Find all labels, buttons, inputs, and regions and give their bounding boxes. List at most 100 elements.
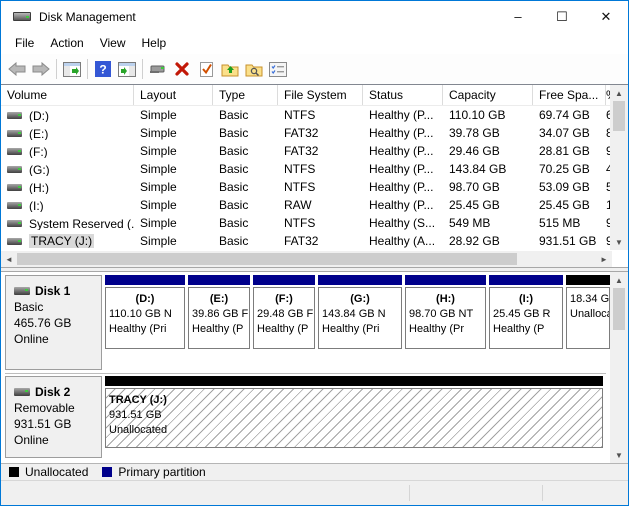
maximize-button[interactable]: ☐ bbox=[540, 1, 584, 32]
volume-icon bbox=[7, 148, 22, 155]
scroll-up-icon[interactable]: ▲ bbox=[610, 272, 628, 288]
cell-layout: Simple bbox=[134, 216, 213, 230]
disk-2-label-panel[interactable]: Disk 2 Removable 931.51 GB Online bbox=[5, 376, 102, 458]
volume-icon bbox=[7, 166, 22, 173]
status-separator bbox=[409, 485, 410, 501]
legend-unallocated: Unallocated bbox=[9, 465, 88, 479]
close-button[interactable]: ✕ bbox=[584, 1, 628, 32]
scroll-up-icon[interactable]: ▲ bbox=[610, 85, 628, 101]
list-horizontal-scrollbar[interactable]: ◄ ► bbox=[1, 251, 612, 267]
volume-icon bbox=[7, 220, 22, 227]
cell-free-space: 25.45 GB bbox=[533, 198, 606, 212]
menu-help[interactable]: Help bbox=[134, 34, 175, 52]
partition-status: Healthy (P bbox=[192, 322, 246, 337]
cell-type: Basic bbox=[213, 216, 278, 230]
scroll-down-icon[interactable]: ▼ bbox=[610, 234, 628, 250]
list-vertical-scrollbar[interactable]: ▲ ▼ bbox=[610, 85, 628, 250]
help-button[interactable]: ? bbox=[91, 57, 115, 81]
scroll-right-icon[interactable]: ► bbox=[596, 251, 612, 267]
primary-partition-bar bbox=[105, 275, 185, 285]
check-document-icon bbox=[199, 61, 214, 78]
partition-label: (F:) bbox=[257, 292, 311, 307]
table-row-g[interactable]: (G:) Simple Basic NTFS Healthy (P... 143… bbox=[1, 160, 628, 178]
forward-button[interactable] bbox=[29, 57, 53, 81]
help-icon: ? bbox=[95, 61, 111, 77]
cell-type: Basic bbox=[213, 144, 278, 158]
primary-partition-bar bbox=[188, 275, 250, 285]
cell-layout: Simple bbox=[134, 108, 213, 122]
cell-free-space: 69.74 GB bbox=[533, 108, 606, 122]
disk-pane-vertical-scrollbar[interactable]: ▲ ▼ bbox=[610, 272, 628, 463]
cell-capacity: 143.84 GB bbox=[443, 162, 533, 176]
legend-bar: Unallocated Primary partition bbox=[1, 463, 628, 480]
menu-file[interactable]: File bbox=[7, 34, 42, 52]
partition-status: Healthy (Pr bbox=[409, 322, 482, 337]
partition-f[interactable]: (F:) 29.48 GB F Healthy (P bbox=[253, 275, 315, 370]
device-view-icon bbox=[149, 62, 167, 76]
column-header-volume[interactable]: Volume bbox=[1, 85, 134, 105]
column-header-status[interactable]: Status bbox=[363, 85, 443, 105]
unallocated-block-disk2[interactable]: TRACY (J:) 931.51 GB Unallocated bbox=[105, 376, 603, 458]
partition-label: (G:) bbox=[322, 292, 398, 307]
show-console-tree-button[interactable] bbox=[60, 57, 84, 81]
disk-1-label-panel[interactable]: Disk 1 Basic 465.76 GB Online bbox=[5, 275, 102, 370]
menu-view[interactable]: View bbox=[92, 34, 134, 52]
cell-free-space: 53.09 GB bbox=[533, 180, 606, 194]
menu-action[interactable]: Action bbox=[42, 34, 91, 52]
cell-status: Healthy (P... bbox=[363, 108, 443, 122]
table-row-h[interactable]: (H:) Simple Basic NTFS Healthy (P... 98.… bbox=[1, 178, 628, 196]
column-header-layout[interactable]: Layout bbox=[134, 85, 213, 105]
scrollbar-thumb[interactable] bbox=[613, 101, 625, 131]
disk-1-row: Disk 1 Basic 465.76 GB Online (D:) 110.1… bbox=[5, 275, 606, 374]
table-row-d[interactable]: (D:) Simple Basic NTFS Healthy (P... 110… bbox=[1, 106, 628, 124]
forward-icon bbox=[32, 62, 50, 76]
partition-e[interactable]: (E:) 39.86 GB F Healthy (P bbox=[188, 275, 250, 370]
back-button[interactable] bbox=[5, 57, 29, 81]
scrollbar-thumb[interactable] bbox=[613, 288, 625, 330]
folder-up-button[interactable] bbox=[218, 57, 242, 81]
cell-file-system: FAT32 bbox=[278, 126, 363, 140]
cell-file-system: FAT32 bbox=[278, 234, 363, 248]
scroll-left-icon[interactable]: ◄ bbox=[1, 251, 17, 267]
column-header-free-space[interactable]: Free Spa... bbox=[533, 85, 606, 105]
partition-h[interactable]: (H:) 98.70 GB NT Healthy (Pr bbox=[405, 275, 486, 370]
disk-graphical-pane: Disk 1 Basic 465.76 GB Online (D:) 110.1… bbox=[1, 272, 628, 463]
column-header-capacity[interactable]: Capacity bbox=[443, 85, 533, 105]
disk-name: Disk 2 bbox=[35, 384, 70, 400]
disk-2-row: Disk 2 Removable 931.51 GB Online TRACY … bbox=[5, 376, 606, 458]
volume-list-pane: Volume Layout Type File System Status Ca… bbox=[1, 85, 628, 267]
show-action-pane-button[interactable] bbox=[115, 57, 139, 81]
scrollbar-thumb[interactable] bbox=[17, 253, 517, 265]
table-row-f[interactable]: (F:) Simple Basic FAT32 Healthy (P... 29… bbox=[1, 142, 628, 160]
unallocated-swatch-icon bbox=[9, 467, 19, 477]
list-header: Volume Layout Type File System Status Ca… bbox=[1, 85, 628, 106]
disk-size: 465.76 GB bbox=[14, 315, 95, 331]
table-row-tracy[interactable]: TRACY (J:) Simple Basic FAT32 Healthy (A… bbox=[1, 232, 628, 250]
table-row-i[interactable]: (I:) Simple Basic RAW Healthy (P... 25.4… bbox=[1, 196, 628, 214]
scroll-down-icon[interactable]: ▼ bbox=[610, 447, 628, 463]
folder-search-button[interactable] bbox=[242, 57, 266, 81]
device-view-button[interactable] bbox=[146, 57, 170, 81]
folder-up-icon bbox=[221, 62, 239, 77]
column-header-file-system[interactable]: File System bbox=[278, 85, 363, 105]
toolbar-separator bbox=[56, 59, 57, 79]
column-header-type[interactable]: Type bbox=[213, 85, 278, 105]
partition-g[interactable]: (G:) 143.84 GB N Healthy (Pri bbox=[318, 275, 402, 370]
cell-type: Basic bbox=[213, 198, 278, 212]
table-row-system-reserved[interactable]: System Reserved (... Simple Basic NTFS H… bbox=[1, 214, 628, 232]
cell-free-space: 34.07 GB bbox=[533, 126, 606, 140]
partition-size: 110.10 GB N bbox=[109, 307, 181, 322]
legend-primary-partition: Primary partition bbox=[102, 465, 205, 479]
cell-capacity: 28.92 GB bbox=[443, 234, 533, 248]
volume-name: (H:) bbox=[29, 180, 49, 194]
unallocated-block-disk1[interactable]: 18.34 GB Unallocated bbox=[566, 275, 610, 370]
partition-i[interactable]: (I:) 25.45 GB R Healthy (P bbox=[489, 275, 563, 370]
delete-button[interactable] bbox=[170, 57, 194, 81]
partition-status: Unallocated bbox=[109, 423, 599, 438]
check-document-button[interactable] bbox=[194, 57, 218, 81]
minimize-button[interactable]: – bbox=[496, 1, 540, 32]
partition-d[interactable]: (D:) 110.10 GB N Healthy (Pri bbox=[105, 275, 185, 370]
table-row-e[interactable]: (E:) Simple Basic FAT32 Healthy (P... 39… bbox=[1, 124, 628, 142]
cell-status: Healthy (P... bbox=[363, 144, 443, 158]
properties-list-button[interactable] bbox=[266, 57, 290, 81]
